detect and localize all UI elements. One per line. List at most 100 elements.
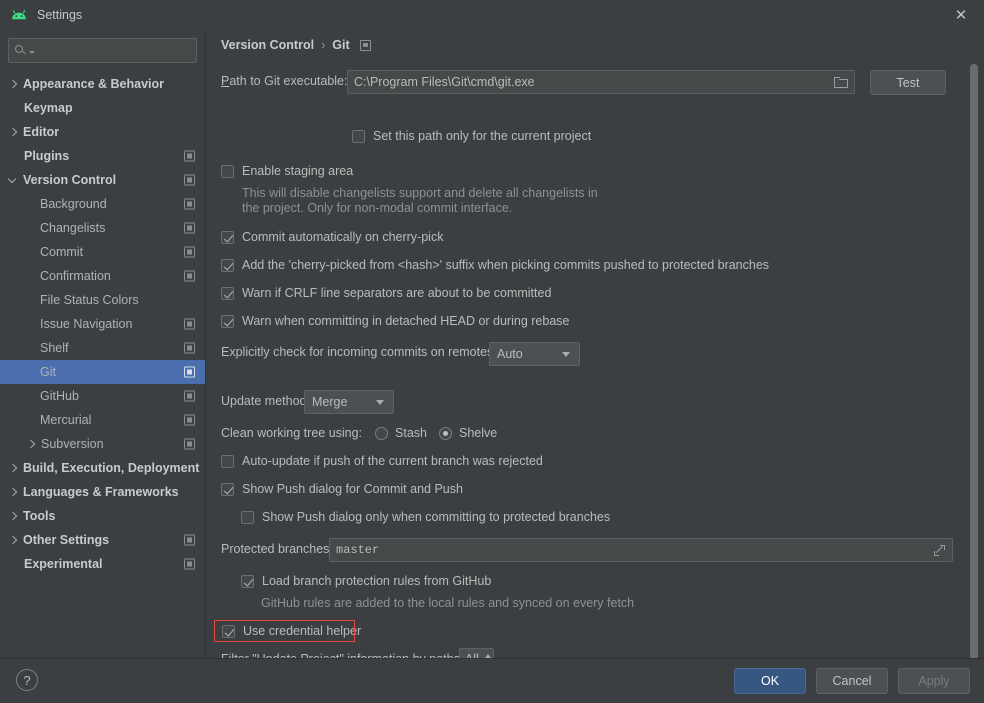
project-setting-icon xyxy=(184,558,195,570)
settings-dialog: Settings ✕ Appearance & Behavior Keymap Ed… xyxy=(0,0,984,703)
breadcrumb-current: Git xyxy=(332,38,350,52)
settings-tree: Appearance & Behavior Keymap Editor Plugins… xyxy=(0,72,205,576)
chevron-right-icon[interactable] xyxy=(8,487,18,497)
sidebar-item-keymap[interactable]: Keymap xyxy=(0,96,205,120)
chevron-right-icon[interactable] xyxy=(8,463,18,473)
sidebar-item-label: Confirmation xyxy=(40,269,111,283)
checkbox-box xyxy=(241,575,254,588)
sidebar-item-mercurial[interactable]: Mercurial xyxy=(0,408,205,432)
add-cherry-picked-suffix-checkbox[interactable]: Add the 'cherry-picked from <hash>' suff… xyxy=(221,258,769,272)
update-method-row: Update method: xyxy=(221,394,310,408)
sidebar-item-build-execution-deployment[interactable]: Build, Execution, Deployment xyxy=(0,456,205,480)
hint-line-1: This will disable changelists support an… xyxy=(242,186,598,200)
sidebar-item-shelf[interactable]: Shelf xyxy=(0,336,205,360)
git-path-row: Path to Git executable: xyxy=(221,74,347,88)
chevron-right-icon[interactable] xyxy=(8,535,18,545)
checkbox-box xyxy=(221,231,234,244)
chevron-down-icon[interactable] xyxy=(8,175,18,185)
sidebar-item-languages-frameworks[interactable]: Languages & Frameworks xyxy=(0,480,205,504)
apply-button[interactable]: Apply xyxy=(898,668,970,694)
checkbox-box xyxy=(221,165,234,178)
cancel-button[interactable]: Cancel xyxy=(816,668,888,694)
chevron-right-icon[interactable] xyxy=(8,79,18,89)
chevron-down-icon[interactable] xyxy=(29,50,35,54)
sidebar-item-label: Experimental xyxy=(24,557,103,571)
protected-branches-value: master xyxy=(336,543,380,557)
sidebar-item-commit[interactable]: Commit xyxy=(0,240,205,264)
chevron-right-icon[interactable] xyxy=(8,511,18,521)
protected-branches-input[interactable]: master xyxy=(329,538,953,562)
chevron-right-icon[interactable] xyxy=(26,439,36,449)
dialog-footer: ? OK Cancel Apply xyxy=(0,658,984,703)
close-icon[interactable]: ✕ xyxy=(938,0,984,30)
sidebar-item-appearance-behavior[interactable]: Appearance & Behavior xyxy=(0,72,205,96)
sidebar-item-label: Changelists xyxy=(40,221,106,235)
checkbox-box xyxy=(222,625,235,638)
show-push-dialog-protected-checkbox[interactable]: Show Push dialog only when committing to… xyxy=(241,510,610,524)
sidebar-item-background[interactable]: Background xyxy=(0,192,205,216)
git-path-label: Path to Git executable: xyxy=(221,74,348,88)
sidebar-item-changelists[interactable]: Changelists xyxy=(0,216,205,240)
show-push-dialog-checkbox[interactable]: Show Push dialog for Commit and Push xyxy=(221,482,463,496)
window-title: Settings xyxy=(37,8,83,22)
chevron-right-icon[interactable] xyxy=(8,127,18,137)
filter-update-project-select[interactable]: All xyxy=(459,648,494,658)
sidebar-item-tools[interactable]: Tools xyxy=(0,504,205,528)
help-button[interactable]: ? xyxy=(16,669,38,691)
sidebar-item-label: Languages & Frameworks xyxy=(23,485,179,499)
sidebar-item-label: Build, Execution, Deployment xyxy=(23,461,200,475)
sidebar-item-experimental[interactable]: Experimental xyxy=(0,552,205,576)
sidebar-item-label: Tools xyxy=(23,509,56,523)
ok-button[interactable]: OK xyxy=(734,668,806,694)
sidebar-item-confirmation[interactable]: Confirmation xyxy=(0,264,205,288)
sidebar-item-other-settings[interactable]: Other Settings xyxy=(0,528,205,552)
title-bar: Settings ✕ xyxy=(0,0,984,30)
use-credential-helper-checkbox[interactable]: Use credential helper xyxy=(222,624,361,638)
sidebar-item-label: Keymap xyxy=(24,101,73,115)
settings-sidebar: Appearance & Behavior Keymap Editor Plugins… xyxy=(0,30,206,658)
breadcrumb-separator: › xyxy=(321,38,326,52)
radio-stash[interactable] xyxy=(375,426,389,440)
sidebar-item-label: Issue Navigation xyxy=(40,317,133,331)
project-setting-icon xyxy=(184,270,195,282)
update-method-label: Update method: xyxy=(221,394,310,408)
sidebar-item-git[interactable]: Git xyxy=(0,360,205,384)
project-setting-icon xyxy=(184,342,195,354)
sidebar-item-issue-navigation[interactable]: Issue Navigation xyxy=(0,312,205,336)
checkbox-box xyxy=(221,455,234,468)
sidebar-item-github[interactable]: GitHub xyxy=(0,384,205,408)
search-input[interactable] xyxy=(8,38,197,63)
git-path-input[interactable]: C:\Program Files\Git\cmd\git.exe xyxy=(347,70,855,94)
android-studio-icon xyxy=(10,8,28,22)
auto-update-push-rejected-checkbox[interactable]: Auto-update if push of the current branc… xyxy=(221,454,543,468)
load-branch-protection-checkbox[interactable]: Load branch protection rules from GitHub xyxy=(241,574,491,588)
vertical-scrollbar[interactable] xyxy=(970,64,978,658)
chevron-down-icon xyxy=(376,399,384,405)
expand-icon[interactable] xyxy=(933,544,946,557)
sidebar-item-version-control[interactable]: Version Control xyxy=(0,168,205,192)
enable-staging-area-label: Enable staging area xyxy=(242,164,354,178)
test-button[interactable]: Test xyxy=(870,70,946,95)
sidebar-item-label: Other Settings xyxy=(23,533,110,547)
sidebar-item-editor[interactable]: Editor xyxy=(0,120,205,144)
breadcrumb-parent[interactable]: Version Control xyxy=(221,38,314,52)
radio-shelve[interactable] xyxy=(439,426,453,440)
warn-detached-head-checkbox[interactable]: Warn when committing in detached HEAD or… xyxy=(221,314,569,328)
chevron-down-icon xyxy=(562,351,570,357)
update-method-select[interactable]: Merge xyxy=(304,390,394,414)
commit-auto-cherry-pick-checkbox[interactable]: Commit automatically on cherry-pick xyxy=(221,230,443,244)
show-push-dialog-protected-label: Show Push dialog only when committing to… xyxy=(262,510,611,524)
folder-icon[interactable] xyxy=(834,76,849,88)
checkbox-box xyxy=(241,511,254,524)
warn-crlf-checkbox[interactable]: Warn if CRLF line separators are about t… xyxy=(221,286,551,300)
sidebar-item-label: GitHub xyxy=(40,389,79,403)
search-icon xyxy=(15,44,28,57)
sidebar-item-file-status-colors[interactable]: File Status Colors xyxy=(0,288,205,312)
sidebar-item-subversion[interactable]: Subversion xyxy=(0,432,205,456)
set-path-current-project-checkbox[interactable]: Set this path only for the current proje… xyxy=(352,129,591,143)
incoming-commits-select[interactable]: Auto xyxy=(489,342,580,366)
enable-staging-area-checkbox[interactable]: Enable staging area xyxy=(221,164,353,178)
sidebar-item-label: Plugins xyxy=(24,149,70,163)
project-setting-icon xyxy=(184,222,195,234)
sidebar-item-plugins[interactable]: Plugins xyxy=(0,144,205,168)
